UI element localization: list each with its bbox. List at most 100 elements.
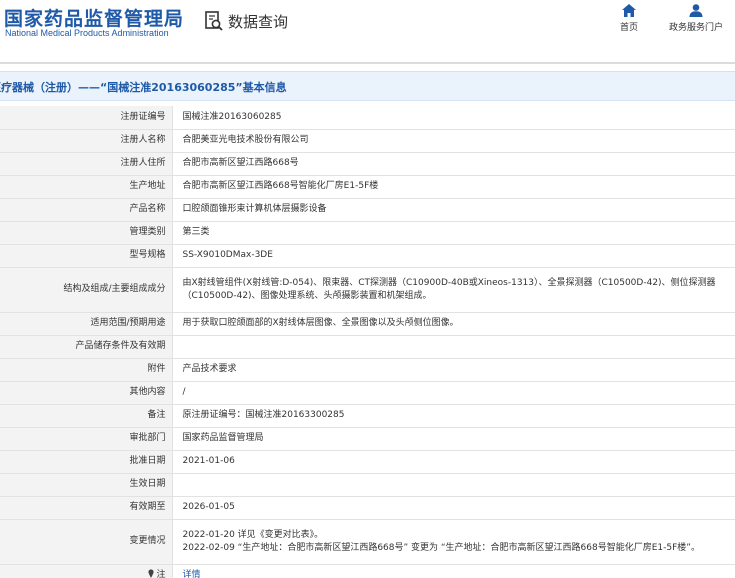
field-value-text: 2026-01-05 (182, 502, 235, 512)
field-label-text: 有效期至 (129, 502, 166, 512)
field-label-text: 其他内容 (129, 387, 166, 397)
table-row: 其他内容 / (0, 381, 735, 405)
field-label: 型号规格 (0, 244, 173, 268)
table-row: 注册证编号 国械注准20163060285 (0, 106, 735, 130)
field-value: 合肥市高新区望江西路668号 (172, 152, 735, 176)
field-value-text: 用于获取口腔颌面部的X射线体层图像、全景图像以及头颅侧位图像。 (182, 318, 459, 328)
detail-title-bar: 医疗器械（注册）——“国械注准20163060285”基本信息 (0, 71, 735, 101)
table-row: 结构及组成/主要组成成分 由X射线管组件(X射线管:D-054)、限束器、CT探测… (0, 267, 735, 313)
field-label-text: 审批部门 (129, 433, 166, 443)
field-label-text: 注册人名称 (120, 135, 166, 145)
details-link[interactable]: 详情 (183, 570, 201, 578)
field-value-text: 产品技术要求 (182, 364, 237, 374)
field-value-text: SS-X9010DMax-3DE (182, 250, 273, 260)
user-icon (689, 4, 703, 17)
table-row: 变更情况 2022-01-20 详见《变更对比表》。 2022-02-09 “生产地… (0, 519, 735, 565)
table-row: 批准日期 2021-01-06 (0, 450, 735, 474)
table-row: 注册人名称 合肥美亚光电技术股份有限公司 (0, 129, 735, 153)
field-label: 管理类别 (0, 221, 173, 245)
field-label-text: 生产地址 (129, 181, 166, 191)
field-value: 2022-01-20 详见《变更对比表》。 2022-02-09 “生产地址：合肥… (172, 519, 735, 565)
field-label: 批准日期 (0, 450, 173, 474)
field-value: 详情 (172, 564, 735, 578)
field-value-text: 合肥市高新区望江西路668号 (182, 158, 299, 168)
field-value: 用于获取口腔颌面部的X射线体层图像、全景图像以及头颅侧位图像。 (172, 312, 735, 336)
field-value: 产品技术要求 (172, 358, 735, 382)
site-logo-en[interactable]: National Medical Products Administration (5, 28, 169, 38)
field-label-text: 附件 (147, 364, 166, 374)
table-row: 产品名称 口腔颌面锥形束计算机体层摄影设备 (0, 198, 735, 222)
field-value: 口腔颌面锥形束计算机体层摄影设备 (172, 198, 735, 222)
field-value: 由X射线管组件(X射线管:D-054)、限束器、CT探测器（C10900D-40… (172, 267, 735, 313)
note-icon (148, 569, 155, 578)
field-value: 原注册证编号：国械注准20163300285 (172, 404, 735, 428)
field-value: 2021-01-06 (172, 450, 735, 474)
field-label-text: 批准日期 (129, 456, 166, 466)
field-value-text: 口腔颌面锥形束计算机体层摄影设备 (182, 204, 327, 214)
field-label-text: 注 (156, 570, 166, 578)
nav-home[interactable]: 首页 (614, 4, 644, 33)
field-value-text: 国械注准20163060285 (182, 111, 282, 122)
field-label-text: 变更情况 (129, 536, 166, 546)
field-value-text: 原注册证编号：国械注准20163300285 (182, 410, 345, 420)
field-value (172, 473, 735, 497)
field-value-text: 合肥美亚光电技术股份有限公司 (182, 135, 309, 145)
page-title: 医疗器械（注册）——“国械注准20163060285”基本信息 (0, 81, 287, 94)
table-row: 适用范围/预期用途 用于获取口腔颌面部的X射线体层图像、全景图像以及头颅侧位图像。 (0, 312, 735, 336)
field-label-text: 注册证编号 (120, 111, 166, 122)
table-row: 生效日期 (0, 473, 735, 497)
field-value: SS-X9010DMax-3DE (172, 244, 735, 268)
field-value: 合肥美亚光电技术股份有限公司 (172, 129, 735, 153)
field-label-text: 生效日期 (129, 479, 166, 489)
field-label: 备注 (0, 404, 173, 428)
field-value-text: 2021-01-06 (182, 456, 235, 466)
field-label-text: 结构及组成/主要组成成分 (63, 284, 166, 294)
document-search-icon (205, 11, 223, 31)
table-row: 备注 原注册证编号：国械注准20163300285 (0, 404, 735, 428)
field-value: 国械注准20163060285 (172, 106, 735, 130)
field-value: 第三类 (172, 221, 735, 245)
field-label-text: 备注 (147, 410, 166, 420)
field-value-line: （C10500D-42)、图像处理系统、头颅摄影装置和机架组成。 (182, 290, 432, 301)
table-row: 产品储存条件及有效期 (0, 335, 735, 359)
field-value-text: 国家药品监督管理局 (182, 433, 264, 443)
data-query-label: 数据查询 (228, 12, 289, 31)
field-label: 产品储存条件及有效期 (0, 335, 173, 359)
field-label-text: 注册人住所 (120, 158, 166, 168)
field-value-text: 第三类 (182, 227, 210, 237)
field-label-text: 产品储存条件及有效期 (75, 341, 166, 351)
home-icon (622, 4, 636, 17)
field-value: 2026-01-05 (172, 496, 735, 520)
table-row: 附件 产品技术要求 (0, 358, 735, 382)
table-row: 注 详情 (0, 564, 735, 578)
data-query-heading[interactable]: 数据查询 (204, 9, 288, 33)
field-label: 生效日期 (0, 473, 173, 497)
field-label-text: 产品名称 (129, 204, 166, 214)
table-row: 注册人住所 合肥市高新区望江西路668号 (0, 152, 735, 176)
field-value-text: 合肥市高新区望江西路668号智能化厂房E1-5F楼 (182, 181, 379, 191)
field-value: / (172, 381, 735, 405)
field-label: 注册证编号 (0, 106, 173, 130)
table-row: 生产地址 合肥市高新区望江西路668号智能化厂房E1-5F楼 (0, 175, 735, 199)
nav-gov-label: 政务服务门户 (668, 23, 723, 33)
field-value (172, 335, 735, 359)
nav-home-label: 首页 (619, 23, 638, 33)
nav-gov-portal[interactable]: 政务服务门户 (664, 4, 728, 33)
field-label: 注 (0, 564, 173, 578)
field-value: 国家药品监督管理局 (172, 427, 735, 451)
table-row: 管理类别 第三类 (0, 221, 735, 245)
field-label-text: 适用范围/预期用途 (90, 318, 166, 328)
site-logo-cn[interactable]: 国家药品监督管理局 (4, 4, 184, 31)
field-value: 合肥市高新区望江西路668号智能化厂房E1-5F楼 (172, 175, 735, 199)
site-header: 国家药品监督管理局 National Medical Products Admi… (0, 0, 735, 55)
field-label: 注册人名称 (0, 129, 173, 153)
field-label: 其他内容 (0, 381, 173, 405)
field-label: 结构及组成/主要组成成分 (0, 267, 173, 313)
field-value-line: 由X射线管组件(X射线管:D-054)、限束器、CT探测器（C10900D-40… (182, 277, 716, 288)
field-value-text: / (182, 387, 186, 397)
field-label-text: 型号规格 (129, 250, 166, 260)
table-row: 有效期至 2026-01-05 (0, 496, 735, 520)
field-label: 变更情况 (0, 519, 173, 565)
table-row: 型号规格 SS-X9010DMax-3DE (0, 244, 735, 268)
field-label: 生产地址 (0, 175, 173, 199)
